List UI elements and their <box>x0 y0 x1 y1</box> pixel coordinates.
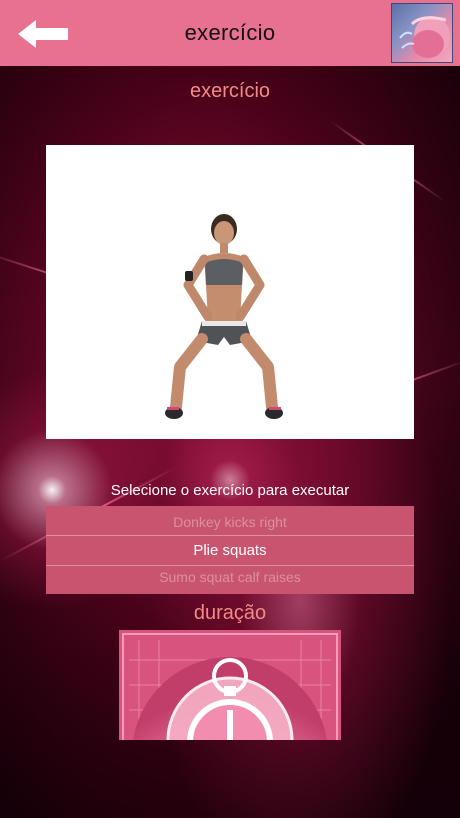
picker-option-selected[interactable]: Plie squats <box>46 542 414 559</box>
picker-option-next[interactable]: Sumo squat calf raises <box>46 569 414 585</box>
exercise-figure <box>165 214 283 419</box>
body-figure-icon <box>399 16 450 58</box>
stopwatch-icon <box>119 630 341 740</box>
picker-divider <box>46 535 414 536</box>
app-header: exercício <box>0 0 460 66</box>
picker-option-previous[interactable]: Donkey kicks right <box>46 514 414 530</box>
workout-thumbnail[interactable] <box>391 3 453 63</box>
picker-divider <box>46 565 414 566</box>
duration-section-title: duração <box>193 602 267 624</box>
duration-timer[interactable] <box>119 630 341 740</box>
select-exercise-prompt: Selecione o exercício para executar <box>110 482 350 499</box>
exercise-picker[interactable]: Donkey kicks right Plie squats Sumo squa… <box>46 506 414 594</box>
exercise-section-title: exercício <box>189 80 271 102</box>
exercise-image <box>46 145 414 439</box>
